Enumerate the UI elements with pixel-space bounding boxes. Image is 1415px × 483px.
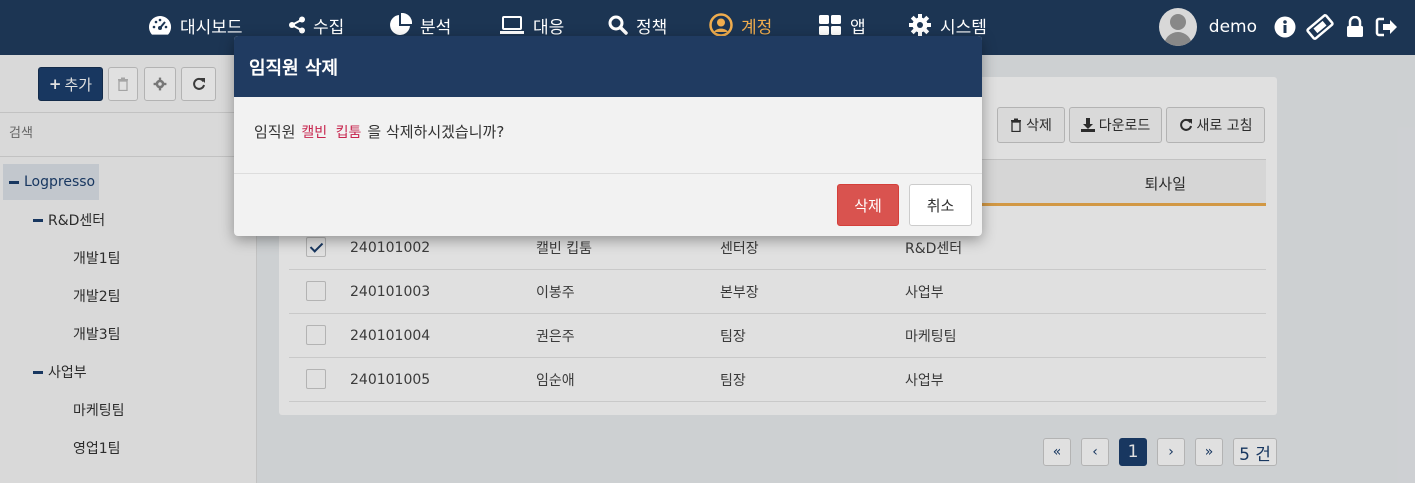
nav-label: 시스템 [940,17,987,38]
lock-icon[interactable] [1341,13,1369,41]
ticket-icon[interactable] [1303,13,1337,41]
pie-chart-icon [388,13,412,37]
delete-employee-dialog: 임직원 삭제 임직원 캘빈 킵툼 을 삭제하시겠습니까? 삭제 취소 [234,36,982,236]
laptop-icon [499,13,525,37]
employee-name: 캘빈 킵툼 [301,125,362,141]
nav-label: 대응 [533,17,565,38]
confirm-delete-button[interactable]: 삭제 [837,184,899,226]
user-circle-icon [709,13,733,37]
nav-dashboard[interactable]: 대시보드 [148,10,243,40]
username[interactable]: demo [1209,17,1257,37]
dialog-title: 임직원 삭제 [234,36,982,97]
dashboard-icon [148,13,172,37]
logout-icon[interactable] [1373,13,1401,41]
share-icon [288,13,306,37]
user-area: demo [1158,7,1415,47]
nav-label: 수집 [313,17,345,38]
grid-icon [818,13,842,37]
search-icon [608,13,628,37]
nav-label: 정책 [636,17,668,38]
dialog-message: 임직원 캘빈 킵툼 을 삭제하시겠습니까? [234,97,982,174]
info-icon[interactable] [1271,13,1299,41]
nav-label: 대시보드 [180,17,243,38]
nav-label: 분석 [420,17,452,38]
message-suffix: 을 삭제하시겠습니까? [367,123,505,141]
nav-label: 앱 [850,17,866,38]
dialog-footer: 삭제 취소 [234,174,982,236]
gear-icon [908,13,932,37]
avatar[interactable] [1158,8,1197,46]
nav-label: 계정 [741,17,773,38]
cancel-button[interactable]: 취소 [909,184,972,226]
message-prefix: 임직원 [254,123,296,141]
